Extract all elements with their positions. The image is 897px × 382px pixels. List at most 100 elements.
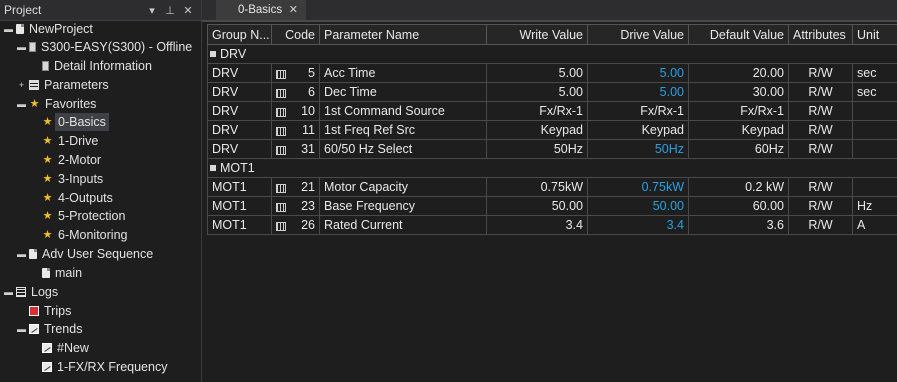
expand-icon[interactable]: + [17, 80, 26, 90]
tree-item-new[interactable]: #New [30, 339, 89, 357]
tree-item-1-fx-rx-frequency[interactable]: 1-FX/RX Frequency [30, 358, 167, 376]
column-header-default-value[interactable]: Default Value [688, 24, 789, 45]
parameter-code-icon [276, 89, 286, 98]
table-row[interactable]: MOT1 26 Rated Current 3.4 3.4 3.6 R/W A [207, 215, 897, 235]
tree-item-parameters[interactable]: + Parameters [17, 76, 109, 94]
tree-item-newproject[interactable]: ▬ NewProject [4, 20, 93, 38]
cell-unit: Hz [852, 196, 897, 216]
close-pane-icon[interactable]: ✕ [179, 4, 197, 17]
tab-0-basics[interactable]: 0-Basics ✕ [216, 0, 306, 20]
group-header-cell: DRV [207, 44, 897, 64]
group-name: MOT1 [220, 161, 255, 175]
cell-default-value: 3.6 [688, 215, 789, 235]
tree-item-trends[interactable]: ▬ Trends [17, 320, 82, 338]
tree-item-0-basics[interactable]: ★ 0-Basics [30, 113, 109, 131]
cell-parameter-name: 1st Freq Ref Src [319, 120, 487, 140]
tree-item-3-inputs[interactable]: ★ 3-Inputs [30, 170, 104, 188]
pin-icon[interactable]: ⊥ [161, 4, 179, 17]
cell-write-value[interactable]: Keypad [486, 120, 588, 140]
collapse-icon[interactable]: ▬ [4, 287, 13, 297]
cell-drive-value: 50.00 [587, 196, 689, 216]
collapse-icon[interactable]: ▬ [17, 324, 26, 334]
cell-write-value[interactable]: 50Hz [486, 139, 588, 159]
tree-item-1-drive[interactable]: ★ 1-Drive [30, 132, 99, 150]
column-header-code[interactable]: Code [271, 24, 320, 45]
column-header-write-value[interactable]: Write Value [486, 24, 588, 45]
column-header-attributes[interactable]: Attributes [788, 24, 853, 45]
cell-drive-value: Fx/Rx-1 [587, 101, 689, 121]
column-header-parameter-name[interactable]: Parameter Name [319, 24, 487, 45]
cell-group: DRV [207, 101, 272, 121]
tab-strip: 0-Basics ✕ [202, 0, 897, 22]
tree-item-logs[interactable]: ▬ Logs [4, 283, 58, 301]
cell-default-value: 60Hz [688, 139, 789, 159]
collapse-group-icon[interactable] [210, 51, 216, 57]
table-row[interactable]: DRV 11 1st Freq Ref Src Keypad Keypad Keypad R… [207, 120, 897, 140]
tree-item-s300-easy-s300-offline[interactable]: ▬ S300-EASY(S300) - Offline [17, 38, 192, 56]
collapse-icon[interactable]: ▬ [4, 24, 13, 34]
pane-options-dropdown-icon[interactable]: ▾ [143, 4, 161, 17]
project-pane-title: Project [4, 3, 42, 17]
tab-close-icon[interactable]: ✕ [289, 0, 298, 20]
tree-item-label: 0-Basics [55, 113, 109, 131]
tree-item-label: Detail Information [54, 59, 152, 73]
tree-item-trips[interactable]: Trips [17, 302, 71, 320]
cell-unit [852, 120, 897, 140]
table-row[interactable]: DRV 5 Acc Time 5.00 5.00 20.00 R/W sec [207, 63, 897, 83]
table-row[interactable]: DRV 31 60/50 Hz Select 50Hz 50Hz 60Hz R/W [207, 139, 897, 159]
parameter-code: 5 [308, 66, 315, 80]
cell-drive-value: 0.75kW [587, 177, 689, 197]
tree-item-favorites[interactable]: ▬ ★ Favorites [17, 95, 96, 113]
tree-item-6-monitoring[interactable]: ★ 6-Monitoring [30, 226, 128, 244]
parameter-code: 11 [302, 123, 315, 137]
tree-item-label: 3-Inputs [58, 172, 104, 186]
tree-item-label: #New [57, 341, 89, 355]
column-header-group[interactable]: Group N... [207, 24, 272, 45]
cell-code: 23 [271, 196, 320, 216]
cell-attributes: R/W [788, 101, 853, 121]
collapse-icon[interactable]: ▬ [17, 42, 26, 52]
parameter-code: 26 [301, 218, 315, 232]
tree-item-main[interactable]: main [30, 264, 82, 282]
document-icon [16, 24, 24, 34]
parameter-grid: Group N... Code Parameter Name Write Val… [207, 24, 897, 235]
cell-code: 6 [271, 82, 320, 102]
tree-item-label: 1-Drive [58, 134, 99, 148]
tree-item-4-outputs[interactable]: ★ 4-Outputs [30, 189, 113, 207]
table-row[interactable]: DRV 6 Dec Time 5.00 5.00 30.00 R/W sec [207, 82, 897, 102]
column-header-unit[interactable]: Unit [852, 24, 897, 45]
cell-write-value[interactable]: 5.00 [486, 82, 588, 102]
tree-item-adv-user-sequence[interactable]: ▬ Adv User Sequence [17, 245, 153, 263]
parameter-code: 10 [301, 104, 315, 118]
cell-write-value[interactable]: Fx/Rx-1 [486, 101, 588, 121]
collapse-group-icon[interactable] [210, 165, 216, 171]
cell-parameter-name: Motor Capacity [319, 177, 487, 197]
star-icon: ★ [42, 115, 53, 128]
column-header-drive-value[interactable]: Drive Value [587, 24, 689, 45]
collapse-icon[interactable]: ▬ [17, 249, 26, 259]
table-row[interactable]: MOT1 21 Motor Capacity 0.75kW 0.75kW 0.2 kW R/… [207, 177, 897, 197]
cell-attributes: R/W [788, 82, 853, 102]
project-pane: Project ▾ ⊥ ✕ ▬ NewProject ▬ S300-EASY(S300… [0, 0, 202, 382]
tree-item-5-protection[interactable]: ★ 5-Protection [30, 207, 126, 225]
tree-item-detail-information[interactable]: Detail Information [30, 57, 152, 75]
cell-write-value[interactable]: 3.4 [486, 215, 588, 235]
tree-item-2-motor[interactable]: ★ 2-Motor [30, 151, 102, 169]
group-header-row[interactable]: DRV [207, 44, 897, 64]
table-row[interactable]: DRV 10 1st Command Source Fx/Rx-1 Fx/Rx-1 Fx/… [207, 101, 897, 121]
table-row[interactable]: MOT1 23 Base Frequency 50.00 50.00 60.00 R/W Hz [207, 196, 897, 216]
tree-item-label: 1-FX/RX Frequency [57, 360, 168, 374]
cell-write-value[interactable]: 0.75kW [486, 177, 588, 197]
cell-code: 31 [271, 139, 320, 159]
collapse-icon[interactable]: ▬ [17, 99, 26, 109]
cell-default-value: 20.00 [688, 63, 789, 83]
group-header-row[interactable]: MOT1 [207, 158, 897, 178]
star-icon: ★ [42, 191, 53, 204]
parameter-code-icon [276, 203, 286, 212]
cell-write-value[interactable]: 50.00 [486, 196, 588, 216]
cell-attributes: R/W [788, 120, 853, 140]
tree-item-label: NewProject [29, 22, 93, 36]
cell-write-value[interactable]: 5.00 [486, 63, 588, 83]
